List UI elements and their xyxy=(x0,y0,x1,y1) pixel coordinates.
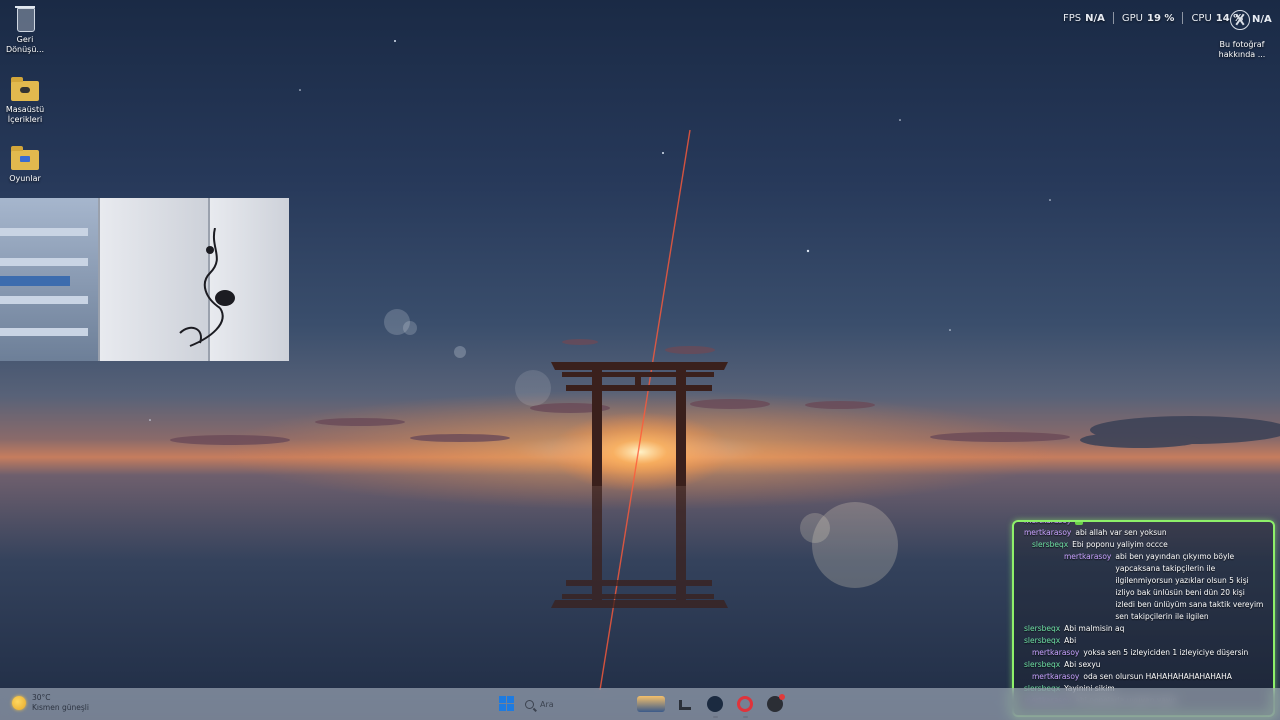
chat-username[interactable]: slersbeqx xyxy=(1024,635,1060,647)
emote-icon xyxy=(1075,522,1084,525)
sun-icon xyxy=(12,696,26,710)
task-manager-icon[interactable] xyxy=(677,696,693,712)
fps-indicator: FPS N/A xyxy=(1063,12,1105,24)
about-this-photo-link[interactable]: Bu fotoğraf hakkında ... xyxy=(1214,40,1270,60)
chat-text xyxy=(1075,522,1084,527)
chat-text: Abi sexyu xyxy=(1064,660,1101,669)
desktop-icon-games[interactable]: Oyunlar xyxy=(3,145,47,184)
chat-username[interactable]: mertkarasoy xyxy=(1032,671,1079,683)
search-icon xyxy=(525,699,534,709)
chat-message: slersbeqx Abi malmisin aq xyxy=(1024,623,1265,635)
chat-username[interactable]: mertkarasoy xyxy=(1064,551,1111,623)
chat-text: Abi xyxy=(1064,636,1077,645)
windows-start-icon[interactable] xyxy=(499,696,515,712)
desktop-icon-label: Oyunlar xyxy=(9,174,41,183)
door-artwork-icon xyxy=(179,228,235,347)
xbox-status: N/A xyxy=(1252,14,1272,25)
performance-overlay: FPS N/A GPU 19 % CPU 14 % xyxy=(1055,12,1251,24)
chat-text: abi ben yayından çıkyımo böyle yapcaksan… xyxy=(1115,552,1264,621)
gpu-indicator: GPU 19 % xyxy=(1121,12,1175,24)
chat-text: oda sen olursun HAHAHAHAHAHAHAHA xyxy=(1083,672,1232,681)
desktop-icon-desktop-content[interactable]: Masaüstü İçerikleri xyxy=(3,76,47,125)
folder-icon xyxy=(11,77,39,101)
opera-gx-icon[interactable] xyxy=(737,696,753,712)
weather-description: Kısmen güneşli xyxy=(32,703,89,712)
chat-message: mertkarasoy oda sen olursun HAHAHAHAHAHAH… xyxy=(1024,671,1265,683)
chat-message: slersbeqx Abi xyxy=(1024,635,1265,647)
folder-icon xyxy=(11,146,39,170)
chat-message: mertkarasoy abi allah var sen yoksun xyxy=(1024,527,1265,539)
app-icon[interactable] xyxy=(767,694,785,712)
chat-username[interactable]: slersbeqx xyxy=(1024,623,1060,635)
widgets-icon[interactable] xyxy=(637,696,665,712)
chat-message: slersbeqx Abi sexyu xyxy=(1024,659,1265,671)
chat-text: Ebi poponu yaliyim occce xyxy=(1072,540,1168,549)
desktop-icon-label: Geri Dönüşü... xyxy=(5,35,45,54)
desktop-icon-recycle-bin[interactable]: Geri Dönüşü... xyxy=(3,6,47,55)
chat-username[interactable]: mertkarasoy xyxy=(1024,527,1071,539)
chat-message: mertkarasoy yoksa sen 5 izleyiciden 1 izl… xyxy=(1024,647,1265,659)
search-box[interactable]: Ara xyxy=(525,696,625,712)
steam-icon[interactable] xyxy=(707,696,723,712)
chat-text: yoksa sen 5 izleyiciden 1 izleyiciye düş… xyxy=(1083,648,1249,657)
chat-text: Abi malmisin aq xyxy=(1064,624,1125,633)
weather-widget[interactable]: 30°C Kısmen güneşli xyxy=(12,693,89,713)
xbox-icon[interactable] xyxy=(1230,10,1250,30)
webcam-overlay xyxy=(0,198,289,361)
search-placeholder: Ara xyxy=(540,699,554,709)
chat-username[interactable]: slersbeqx xyxy=(1032,539,1068,551)
chat-message: mertkarasoy abi ben yayından çıkyımo böyl… xyxy=(1024,551,1265,623)
chat-message: mertkarasoy xyxy=(1024,522,1265,527)
chat-message: slersbeqx Ebi poponu yaliyim occce xyxy=(1024,539,1265,551)
taskbar: 30°C Kısmen güneşli Ara xyxy=(0,688,1280,720)
chat-text: abi allah var sen yoksun xyxy=(1075,528,1167,537)
recycle-bin-icon xyxy=(15,6,35,32)
chat-username[interactable]: mertkarasoy xyxy=(1024,522,1071,527)
weather-temperature: 30°C xyxy=(32,693,51,702)
chat-username[interactable]: mertkarasoy xyxy=(1032,647,1079,659)
chat-username[interactable]: slersbeqx xyxy=(1024,659,1060,671)
desktop-icon-label: Masaüstü İçerikleri xyxy=(5,105,45,124)
